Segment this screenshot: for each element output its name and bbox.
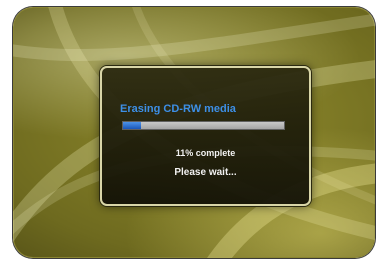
erase-progress-dialog: Erasing CD-RW media 11% complete Please … [100,66,311,206]
please-wait-label: Please wait... [174,167,237,178]
dialog-title: Erasing CD-RW media [120,103,236,115]
progress-bar-fill [123,122,141,129]
progress-bar [122,121,285,130]
progress-percent-label: 11% complete [175,148,236,158]
tv-screen-background: Erasing CD-RW media 11% complete Please … [13,7,375,258]
